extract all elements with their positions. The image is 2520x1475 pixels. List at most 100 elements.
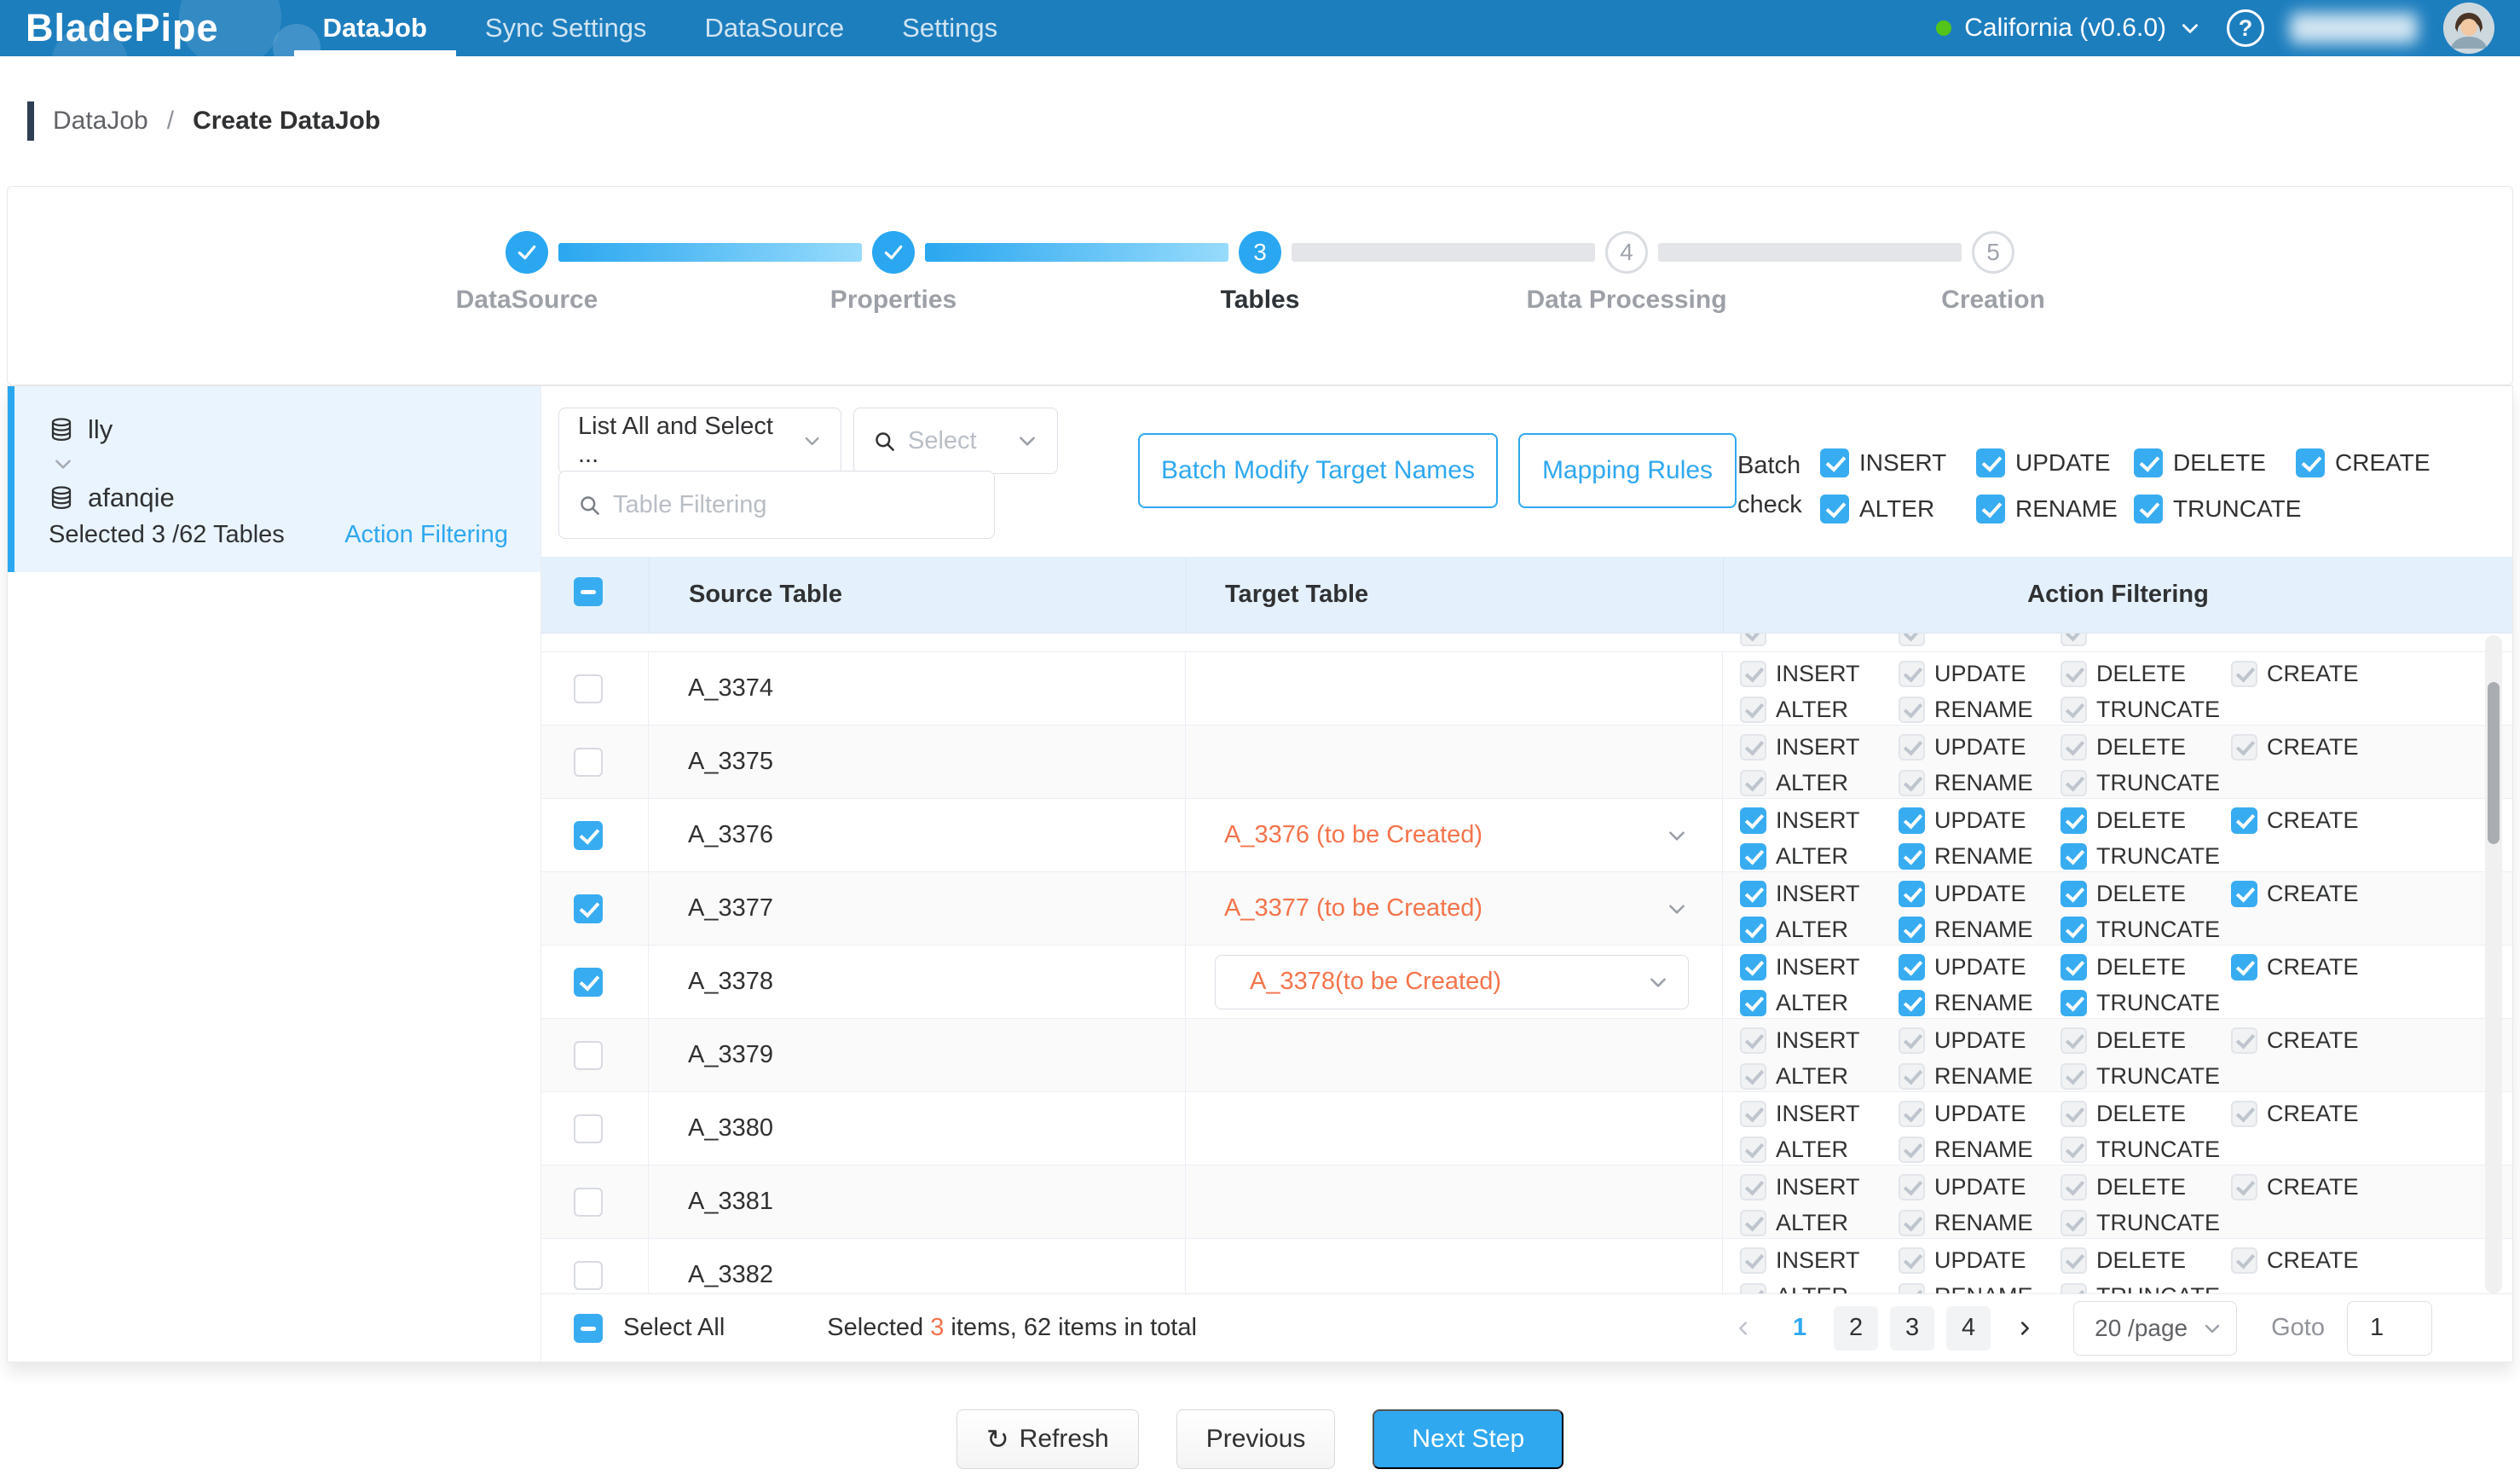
action-filtering-link[interactable]: Action Filtering xyxy=(344,521,508,549)
action-item-delete: DELETE xyxy=(2061,954,2231,980)
action-checkbox-update[interactable] xyxy=(1899,807,1925,834)
source-db-name: lly xyxy=(88,414,113,445)
select-all-header-checkbox[interactable] xyxy=(574,577,603,606)
database-icon xyxy=(49,417,74,442)
action-item-delete: DELETE xyxy=(2061,1174,2231,1200)
action-checkbox-create xyxy=(2231,661,2257,687)
help-icon[interactable]: ? xyxy=(2227,9,2264,47)
action-item-insert: INSERT xyxy=(1740,1101,1899,1127)
action-checkbox-truncate[interactable] xyxy=(2061,990,2087,1016)
action-label: ALTER xyxy=(1776,917,1848,943)
action-checkbox-delete[interactable] xyxy=(2061,954,2087,980)
sidebar-item-db-pair[interactable]: lly afanqie Selected 3 /62 Tables Action… xyxy=(8,386,540,572)
action-checkbox-insert[interactable] xyxy=(1740,954,1766,980)
schema-select[interactable]: Select xyxy=(853,408,1058,474)
select-all-checkbox[interactable] xyxy=(574,1314,603,1343)
tab-datasource[interactable]: DataSource xyxy=(675,0,873,56)
vertical-scrollbar[interactable] xyxy=(2485,635,2502,1293)
target-table-name[interactable]: A_3377 (to be Created) xyxy=(1224,894,1483,923)
row-checkbox[interactable] xyxy=(574,674,603,703)
action-item-delete: DELETE xyxy=(2061,734,2231,761)
tab-datajob[interactable]: DataJob xyxy=(294,0,456,56)
action-checkbox-alter xyxy=(1740,1210,1766,1236)
action-checkbox-truncate[interactable] xyxy=(2061,843,2087,870)
action-checkbox-rename xyxy=(1899,770,1925,796)
action-checkbox-truncate[interactable] xyxy=(2061,917,2087,943)
select-all-label: Select All xyxy=(623,1314,725,1342)
table-filter-input[interactable]: Table Filtering xyxy=(558,471,995,539)
brand-logo[interactable]: BladePipe xyxy=(26,6,219,50)
row-checkbox[interactable] xyxy=(574,894,603,923)
action-checkbox-truncate[interactable] xyxy=(2134,495,2163,523)
action-checkbox-create xyxy=(2231,1101,2257,1127)
action-checkbox-delete[interactable] xyxy=(2061,807,2087,834)
tab-sync-settings[interactable]: Sync Settings xyxy=(456,0,676,56)
action-checkbox-create[interactable] xyxy=(2231,807,2257,834)
action-checkbox-delete[interactable] xyxy=(2061,881,2087,907)
action-checkbox-insert[interactable] xyxy=(1740,881,1766,907)
action-checkbox-alter[interactable] xyxy=(1740,990,1766,1016)
target-table-select[interactable]: A_3378(to be Created) xyxy=(1215,955,1689,1009)
row-checkbox[interactable] xyxy=(574,968,603,997)
action-label: INSERT xyxy=(1776,1101,1860,1127)
action-checkbox-update[interactable] xyxy=(1899,881,1925,907)
page-button-1[interactable]: 1 xyxy=(1777,1306,1822,1351)
mapping-rules-button[interactable]: Mapping Rules xyxy=(1518,433,1737,508)
scrollbar-thumb[interactable] xyxy=(2488,682,2500,844)
next-step-button[interactable]: Next Step xyxy=(1373,1409,1563,1469)
next-page-button[interactable] xyxy=(2003,1306,2047,1351)
chevron-down-icon[interactable] xyxy=(1666,824,1688,847)
action-checkbox-delete[interactable] xyxy=(2134,448,2163,477)
page-size-select[interactable]: 20 /page xyxy=(2073,1301,2237,1356)
page-button-4[interactable]: 4 xyxy=(1946,1306,1991,1351)
action-checkbox-alter[interactable] xyxy=(1820,495,1849,523)
prev-page-button[interactable] xyxy=(1721,1306,1766,1351)
action-item-rename: RENAME xyxy=(1899,1210,2061,1236)
action-checkbox-create[interactable] xyxy=(2231,954,2257,980)
action-item-create: CREATE xyxy=(2231,881,2359,907)
row-checkbox[interactable] xyxy=(574,1041,603,1070)
tab-settings[interactable]: Settings xyxy=(873,0,1026,56)
action-checkbox-rename[interactable] xyxy=(1899,917,1925,943)
action-label: DELETE xyxy=(2096,881,2186,907)
page-button-2[interactable]: 2 xyxy=(1834,1306,1878,1351)
target-table-name[interactable]: A_3376 (to be Created) xyxy=(1224,821,1483,849)
action-checkbox-insert[interactable] xyxy=(1820,448,1849,477)
action-checkbox-create[interactable] xyxy=(2231,881,2257,907)
environment-selector[interactable]: California (v0.6.0) xyxy=(1936,14,2201,43)
action-checkbox-insert xyxy=(1740,661,1766,687)
action-checkbox-rename[interactable] xyxy=(1976,495,2005,523)
row-checkbox[interactable] xyxy=(574,1261,603,1290)
batch-modify-target-names-button[interactable]: Batch Modify Target Names xyxy=(1138,433,1498,508)
row-checkbox[interactable] xyxy=(574,1188,603,1217)
action-label: ALTER xyxy=(1776,770,1848,796)
breadcrumb-parent[interactable]: DataJob xyxy=(53,107,148,136)
previous-button[interactable]: Previous xyxy=(1176,1409,1336,1469)
action-label: INSERT xyxy=(1776,734,1860,761)
action-checkbox-alter xyxy=(1740,1063,1766,1090)
target-table-cell: A_3376 (to be Created) xyxy=(1186,799,1723,871)
action-checkbox-alter[interactable] xyxy=(1740,917,1766,943)
action-checkbox-alter[interactable] xyxy=(1740,843,1766,870)
action-checkbox-update[interactable] xyxy=(1899,954,1925,980)
avatar[interactable] xyxy=(2443,3,2494,54)
action-checkbox-rename xyxy=(1899,1210,1925,1236)
action-checkbox-update[interactable] xyxy=(1976,448,2005,477)
page-button-3[interactable]: 3 xyxy=(1890,1306,1934,1351)
action-checkbox-create[interactable] xyxy=(2296,448,2325,477)
action-label: UPDATE xyxy=(1934,807,2026,834)
action-label: INSERT xyxy=(1776,1174,1860,1200)
action-checkbox-rename[interactable] xyxy=(1899,843,1925,870)
action-label: UPDATE xyxy=(1934,954,2026,980)
list-mode-select[interactable]: List All and Select ... xyxy=(558,408,841,474)
action-checkbox-insert[interactable] xyxy=(1740,807,1766,834)
row-checkbox[interactable] xyxy=(574,1114,603,1143)
action-label: ALTER xyxy=(1859,495,1934,523)
chevron-down-icon[interactable] xyxy=(1666,898,1688,920)
batch-check-row-2: ALTERRENAMETRUNCATE xyxy=(1820,490,2424,528)
goto-page-input[interactable]: 1 xyxy=(2347,1301,2432,1356)
row-checkbox[interactable] xyxy=(574,821,603,850)
action-checkbox-rename[interactable] xyxy=(1899,990,1925,1016)
refresh-button[interactable]: ↻ Refresh xyxy=(957,1409,1139,1469)
row-checkbox[interactable] xyxy=(574,748,603,777)
